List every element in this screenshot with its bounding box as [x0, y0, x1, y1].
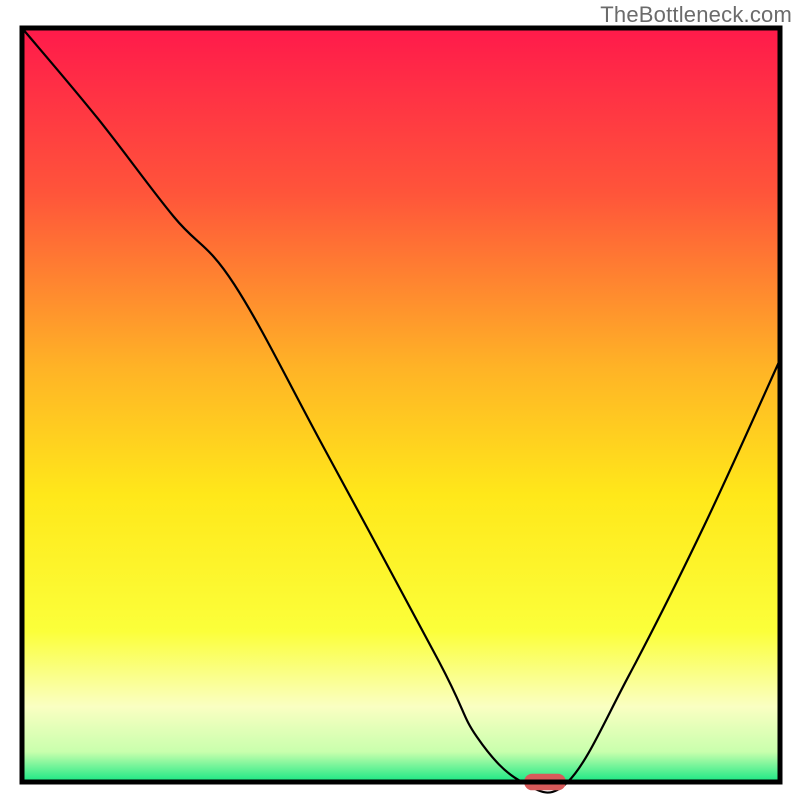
plot-background: [22, 28, 780, 782]
chart-container: TheBottleneck.com: [0, 0, 800, 800]
bottleneck-chart: [0, 0, 800, 800]
watermark-text: TheBottleneck.com: [600, 2, 792, 28]
